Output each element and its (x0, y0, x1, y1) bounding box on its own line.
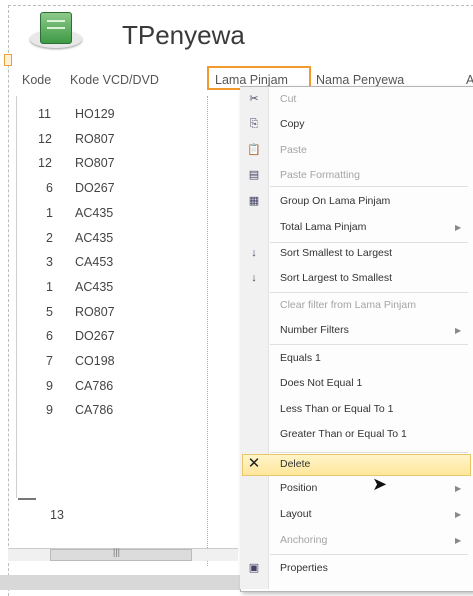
header-lama-pinjam[interactable]: Lama Pinjam (215, 73, 288, 87)
row-kode[interactable]: 11 (38, 107, 51, 121)
row-kode[interactable]: 12 (38, 132, 52, 146)
header-kode[interactable]: Kode (22, 73, 51, 87)
menu-item-equals-1[interactable]: Equals 1 (280, 352, 321, 364)
row-kode-vcd-dvd[interactable]: RO807 (75, 156, 115, 170)
row-kode-vcd-dvd[interactable]: AC435 (75, 280, 113, 294)
row-kode-vcd-dvd[interactable]: CO198 (75, 354, 115, 368)
group-icon: ▦ (248, 195, 260, 207)
menu-separator (270, 452, 468, 453)
row-kode[interactable]: 1 (46, 206, 53, 220)
scissors-icon: ✂ (249, 93, 259, 105)
detail-section-border (16, 96, 17, 498)
sort-asc-icon: ↓ (251, 247, 257, 259)
delete-x-icon: ✕ (247, 455, 261, 472)
menu-separator (270, 186, 468, 187)
menu-item-paste[interactable]: Paste (280, 144, 307, 156)
menu-item-paste-formatting[interactable]: Paste Formatting (280, 169, 360, 181)
menu-item-properties[interactable]: Properties (280, 562, 328, 574)
total-separator (18, 498, 36, 500)
context-menu-icon-strip (240, 87, 269, 589)
properties-icon: ▣ (248, 562, 260, 574)
row-kode[interactable]: 6 (46, 329, 53, 343)
context-menu (240, 86, 473, 592)
menu-item-position[interactable]: Position (280, 482, 317, 494)
row-kode[interactable]: 9 (46, 403, 53, 417)
row-kode-vcd-dvd[interactable]: HO129 (75, 107, 115, 121)
menu-item-group-on-lama-pinjam[interactable]: Group On Lama Pinjam (280, 195, 390, 207)
row-kode-vcd-dvd[interactable]: DO267 (75, 181, 115, 195)
row-kode-vcd-dvd[interactable]: CA786 (75, 403, 113, 417)
row-kode[interactable]: 6 (46, 181, 53, 195)
report-icon (40, 12, 72, 44)
menu-item-sort-smallest-to-largest[interactable]: Sort Smallest to Largest (280, 247, 392, 259)
row-kode-vcd-dvd[interactable]: AC435 (75, 231, 113, 245)
row-kode[interactable]: 1 (46, 280, 53, 294)
row-kode[interactable]: 9 (46, 379, 53, 393)
row-kode-vcd-dvd[interactable]: CA453 (75, 255, 113, 269)
header-a[interactable]: A (466, 73, 473, 87)
menu-item-anchoring[interactable]: Anchoring (280, 534, 327, 546)
menu-separator (270, 242, 468, 243)
menu-separator (270, 292, 468, 293)
row-kode[interactable]: 7 (46, 354, 53, 368)
menu-item-highlight (242, 454, 471, 476)
header-kode-vcd-dvd[interactable]: Kode VCD/DVD (70, 73, 159, 87)
menu-item-layout[interactable]: Layout (280, 508, 312, 520)
sort-desc-icon: ↓ (251, 272, 257, 284)
row-kode-vcd-dvd[interactable]: RO807 (75, 305, 115, 319)
menu-item-copy[interactable]: Copy (280, 118, 305, 130)
total-value[interactable]: 13 (50, 508, 64, 522)
section-marker-icon[interactable] (4, 54, 12, 66)
row-kode[interactable]: 3 (46, 255, 53, 269)
menu-item-number-filters[interactable]: Number Filters (280, 324, 349, 336)
header-nama-penyewa[interactable]: Nama Penyewa (316, 73, 404, 87)
chevron-right-icon: ▶ (455, 484, 462, 493)
chevron-right-icon: ▶ (455, 510, 462, 519)
row-kode[interactable]: 5 (46, 305, 53, 319)
menu-separator (270, 554, 468, 555)
paste-icon: 📋 (247, 144, 261, 156)
mouse-pointer-icon: ➤ (372, 474, 388, 494)
report-title: TPenyewa (122, 20, 245, 50)
copy-icon: ⎘ (249, 118, 259, 130)
menu-item-less-than-or-equal-to-1[interactable]: Less Than or Equal To 1 (280, 403, 393, 415)
row-kode-vcd-dvd[interactable]: DO267 (75, 329, 115, 343)
paste-formatting-icon: ▤ (248, 169, 260, 181)
menu-item-total-lama-pinjam[interactable]: Total Lama Pinjam (280, 221, 366, 233)
scroll-grip-icon: ||| (113, 547, 121, 557)
column-guide (207, 96, 209, 566)
menu-item-sort-largest-to-smallest[interactable]: Sort Largest to Smallest (280, 272, 392, 284)
scrollbar-thumb[interactable] (50, 549, 192, 561)
row-kode-vcd-dvd[interactable]: AC435 (75, 206, 113, 220)
chevron-right-icon: ▶ (455, 326, 462, 335)
menu-item-delete[interactable]: Delete (280, 458, 310, 470)
menu-item-does-not-equal-1[interactable]: Does Not Equal 1 (280, 377, 362, 389)
chevron-right-icon: ▶ (455, 223, 462, 232)
menu-item-greater-than-or-equal-to-1[interactable]: Greater Than or Equal To 1 (280, 428, 407, 440)
row-kode[interactable]: 2 (46, 231, 53, 245)
menu-separator (270, 344, 468, 345)
row-kode-vcd-dvd[interactable]: CA786 (75, 379, 113, 393)
row-kode-vcd-dvd[interactable]: RO807 (75, 132, 115, 146)
menu-item-clear-filter-from-lama-pinjam[interactable]: Clear filter from Lama Pinjam (280, 299, 416, 311)
row-kode[interactable]: 12 (38, 156, 52, 170)
menu-item-cut[interactable]: Cut (280, 93, 296, 105)
chevron-right-icon: ▶ (455, 536, 462, 545)
